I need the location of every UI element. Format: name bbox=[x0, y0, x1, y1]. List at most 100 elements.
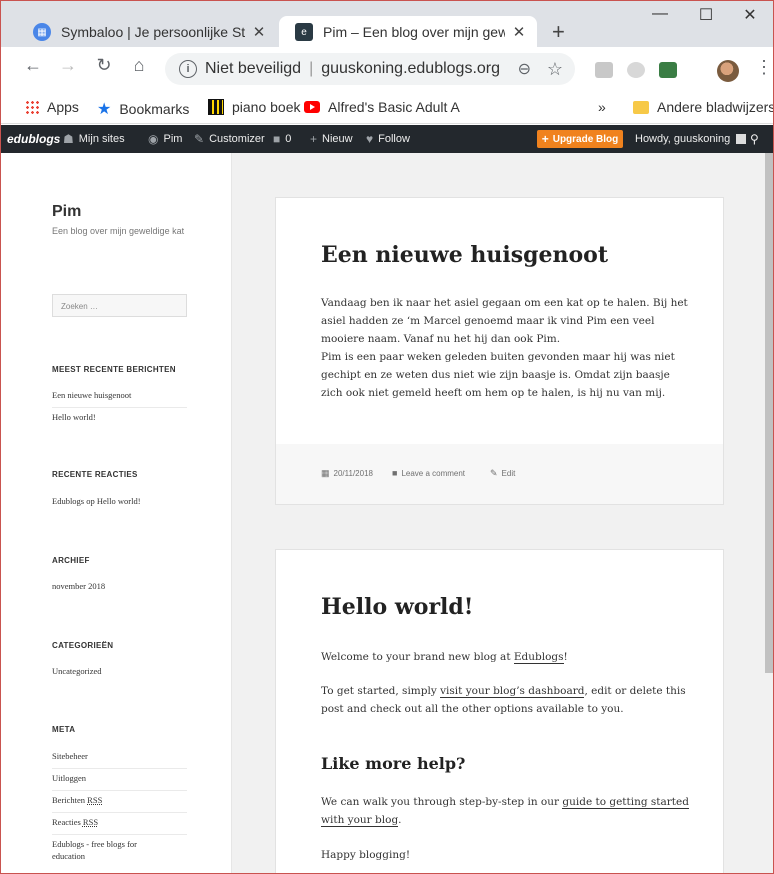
meta-comments-rss-link[interactable]: Reacties RSS bbox=[52, 816, 187, 835]
tab-pim-blog[interactable]: e Pim – Een blog over mijn geweldige kat… bbox=[279, 16, 537, 48]
tab-symbaloo[interactable]: ▦ Symbaloo | Je persoonlijke Startpagina… bbox=[17, 16, 277, 48]
sidebar: Pim Een blog over mijn geweldige kat Zoe… bbox=[1, 153, 232, 873]
edit-link[interactable]: ✎ Edit bbox=[490, 468, 515, 479]
category-link[interactable]: Uncategorized bbox=[52, 665, 187, 683]
dashboard-icon: ◉ bbox=[148, 132, 159, 146]
close-window-button[interactable]: ✕ bbox=[727, 5, 773, 25]
tab-strip: ▦ Symbaloo | Je persoonlijke Startpagina… bbox=[1, 1, 773, 48]
categories-title: CATEGORIEËN bbox=[52, 641, 114, 650]
menu-label: Nieuw bbox=[322, 133, 353, 145]
zoom-icon[interactable]: ⊖ bbox=[518, 59, 531, 79]
bookmark-piano[interactable]: piano boek 1 bbox=[208, 99, 312, 115]
comment-author-link[interactable]: Edublogs bbox=[52, 496, 84, 506]
upgrade-blog-button[interactable]: + Upgrade Blog bbox=[537, 130, 623, 148]
meta-posts-rss-link[interactable]: Berichten RSS bbox=[52, 794, 187, 813]
screen-extension-icon[interactable] bbox=[659, 62, 677, 78]
new-menu[interactable]: + Nieuw bbox=[310, 125, 353, 153]
bookmark-apps[interactable]: Apps bbox=[25, 99, 79, 115]
bookmark-label: Alfred's Basic Adult A bbox=[328, 99, 460, 115]
meta-edublogs-link[interactable]: Edublogs - free blogs for education bbox=[52, 838, 162, 868]
post-paragraph: Vandaag ben ik naar het asiel gegaan om … bbox=[321, 297, 688, 345]
site-menu[interactable]: ◉ Pim bbox=[148, 125, 182, 153]
post-paragraph: We can walk you through step-by-step in … bbox=[321, 793, 691, 829]
dashboard-link[interactable]: visit your blog’s dashboard bbox=[440, 685, 585, 698]
apps-icon bbox=[25, 100, 39, 114]
post-paragraph: Pim is een paar weken geleden buiten gev… bbox=[321, 351, 675, 399]
account-menu[interactable]: Howdy, guuskoning bbox=[635, 125, 747, 153]
close-tab-icon[interactable]: ✕ bbox=[249, 23, 269, 41]
meta-logout-link[interactable]: Uitloggen bbox=[52, 772, 187, 791]
security-label: Niet beveiligd bbox=[205, 60, 302, 77]
search-input[interactable]: Zoeken … bbox=[52, 294, 187, 317]
info-icon[interactable]: i bbox=[179, 60, 197, 78]
symbaloo-favicon-icon: ▦ bbox=[33, 23, 51, 41]
rss-prefix: Reacties bbox=[52, 817, 81, 827]
bookmark-other[interactable]: Andere bladwijzers bbox=[633, 99, 773, 115]
rss-abbr: RSS bbox=[82, 817, 99, 827]
search-icon[interactable]: ⚲ bbox=[750, 125, 759, 153]
post-title[interactable]: Een nieuwe huisgenoot bbox=[321, 242, 608, 268]
comments-menu[interactable]: ■ 0 bbox=[273, 125, 291, 153]
bookmark-bookmarks[interactable]: ★ Bookmarks bbox=[97, 99, 189, 119]
home-icon[interactable]: ⌂ bbox=[127, 55, 151, 76]
pdf-extension-icon[interactable] bbox=[595, 62, 613, 78]
comment-post-link[interactable]: Hello world! bbox=[97, 496, 141, 506]
meta-admin-link[interactable]: Sitebeheer bbox=[52, 750, 187, 769]
comment-op: op bbox=[86, 496, 95, 506]
bookmark-label: piano boek 1 bbox=[232, 99, 313, 115]
page-content: Pim Een blog over mijn geweldige kat Zoe… bbox=[1, 153, 773, 873]
folder-icon bbox=[633, 100, 649, 114]
post-body: Vandaag ben ik naar het asiel gegaan om … bbox=[321, 294, 691, 402]
upgrade-label: Upgrade Blog bbox=[552, 133, 619, 145]
edublogs-logo[interactable]: edublogs bbox=[7, 125, 60, 153]
edit-text: Edit bbox=[501, 469, 516, 478]
edublogs-link[interactable]: Edublogs bbox=[513, 651, 564, 664]
plus-icon: + bbox=[541, 132, 549, 146]
post-title[interactable]: Hello world! bbox=[321, 594, 473, 620]
back-arrow-icon[interactable]: ← bbox=[21, 55, 45, 76]
menu-label: Customizer bbox=[209, 133, 265, 145]
customizer-menu[interactable]: ✎ Customizer bbox=[194, 125, 265, 153]
profile-avatar[interactable] bbox=[717, 60, 739, 82]
extension-icon[interactable] bbox=[627, 62, 645, 78]
text: ! bbox=[563, 651, 568, 663]
post-paragraph: To get started, simply visit your blog’s… bbox=[321, 682, 691, 718]
address-bar[interactable]: i Niet beveiligd | guuskoning.edublogs.o… bbox=[165, 53, 575, 85]
menu-label: Pim bbox=[163, 133, 183, 145]
forward-arrow-icon[interactable]: → bbox=[56, 55, 80, 76]
post-date[interactable]: ▦ 20/11/2018 bbox=[321, 468, 373, 479]
post-card: Een nieuwe huisgenoot Vandaag ben ik naa… bbox=[275, 197, 724, 505]
archive-title: ARCHIEF bbox=[52, 556, 90, 565]
menu-label: Mijn sites bbox=[78, 133, 125, 145]
bookmarks-overflow-button[interactable]: » bbox=[598, 99, 606, 115]
page-scrollbar[interactable] bbox=[765, 153, 773, 873]
leave-comment-link[interactable]: ■ Leave a comment bbox=[392, 468, 465, 478]
menu-kebab-icon[interactable]: ⋮ bbox=[755, 57, 773, 78]
reload-icon[interactable]: ↻ bbox=[92, 55, 116, 76]
recent-post-link[interactable]: Hello world! bbox=[52, 411, 187, 429]
recent-comments-title: RECENTE REACTIES bbox=[52, 470, 138, 479]
edublogs-favicon-icon: e bbox=[295, 23, 313, 41]
archive-link[interactable]: november 2018 bbox=[52, 580, 187, 598]
site-title[interactable]: Pim bbox=[52, 203, 81, 221]
calendar-icon: ▦ bbox=[321, 468, 330, 478]
comment-icon: ■ bbox=[392, 468, 398, 478]
bookmark-alfred[interactable]: Alfred's Basic Adult A bbox=[304, 99, 460, 115]
maximize-button[interactable]: ☐ bbox=[683, 5, 729, 25]
plus-icon: + bbox=[310, 132, 318, 146]
my-sites-menu[interactable]: ☗ Mijn sites bbox=[63, 125, 125, 153]
scrollbar-thumb[interactable] bbox=[765, 153, 773, 673]
recent-post-link[interactable]: Een nieuwe huisgenoot bbox=[52, 389, 187, 408]
close-tab-icon[interactable]: ✕ bbox=[509, 23, 529, 41]
comment-count: 0 bbox=[285, 133, 292, 145]
follow-menu[interactable]: ♥ Follow bbox=[366, 125, 410, 153]
post-paragraph: Happy blogging! bbox=[321, 849, 411, 861]
post-footer: ▦ 20/11/2018 ■ Leave a comment ✎ Edit bbox=[276, 444, 723, 504]
tab-title: Symbaloo | Je persoonlijke Startpagina bbox=[61, 24, 245, 40]
bookmark-label: Bookmarks bbox=[119, 101, 190, 117]
post-subheading: Like more help? bbox=[321, 754, 466, 773]
comment-text: Leave a comment bbox=[401, 468, 466, 478]
bookmark-star-icon[interactable]: ☆ bbox=[547, 59, 563, 80]
minimize-button[interactable]: — bbox=[637, 5, 683, 23]
new-tab-button[interactable]: + bbox=[552, 19, 565, 45]
